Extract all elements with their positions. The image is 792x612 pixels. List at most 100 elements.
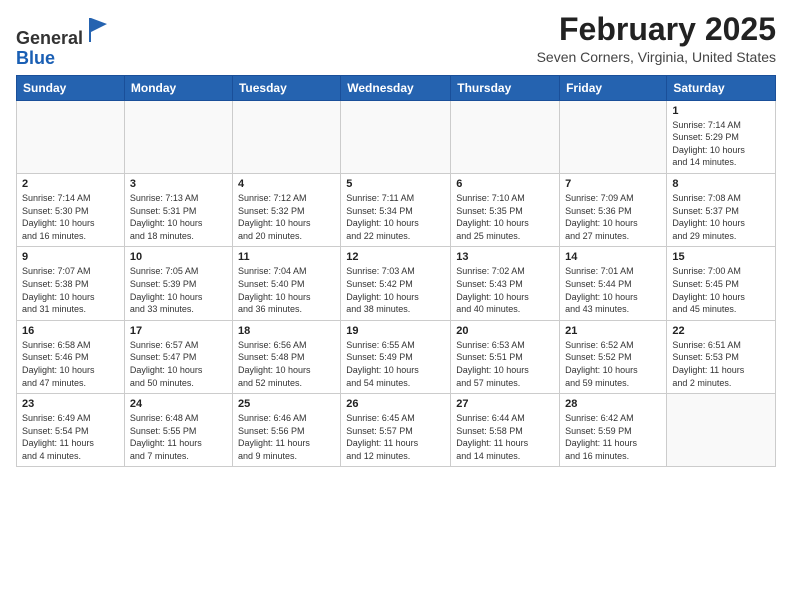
day-info: Sunrise: 7:10 AM Sunset: 5:35 PM Dayligh… — [456, 192, 554, 242]
day-number: 16 — [22, 325, 119, 337]
day-number: 1 — [672, 105, 770, 117]
day-number: 25 — [238, 398, 335, 410]
col-wednesday: Wednesday — [341, 75, 451, 100]
table-row: 1Sunrise: 7:14 AM Sunset: 5:29 PM Daylig… — [667, 100, 776, 173]
table-row: 17 Sunrise: 6:57 AM Sunset: 5:47 PM Dayli… — [124, 320, 232, 393]
day-number: 27 — [456, 398, 554, 410]
day-info: Sunrise: 6:53 AM Sunset: 5:51 PM Dayligh… — [456, 339, 554, 389]
day-number: 2 — [22, 178, 119, 190]
day-info: Sunrise: 6:56 AM Sunset: 5:48 PM Dayligh… — [238, 339, 335, 389]
col-thursday: Thursday — [451, 75, 560, 100]
table-row: 16 Sunrise: 6:58 AM Sunset: 5:46 PM Dayli… — [17, 320, 125, 393]
calendar-week-row: 1Sunrise: 7:14 AM Sunset: 5:29 PM Daylig… — [17, 100, 776, 173]
table-row: 20 Sunrise: 6:53 AM Sunset: 5:51 PM Dayli… — [451, 320, 560, 393]
day-info: Sunrise: 6:44 AM Sunset: 5:58 PM Dayligh… — [456, 412, 554, 462]
day-number: 18 — [238, 325, 335, 337]
day-number: 9 — [22, 251, 119, 263]
table-row — [451, 100, 560, 173]
calendar-week-row: 9Sunrise: 7:07 AM Sunset: 5:38 PM Daylig… — [17, 247, 776, 320]
logo-blue-text: Blue — [16, 48, 55, 68]
table-row: 18 Sunrise: 6:56 AM Sunset: 5:48 PM Dayli… — [232, 320, 340, 393]
day-number: 4 — [238, 178, 335, 190]
day-number: 10 — [130, 251, 227, 263]
table-row: 14 Sunrise: 7:01 AM Sunset: 5:44 PM Dayli… — [560, 247, 667, 320]
month-title: February 2025 — [537, 12, 776, 47]
day-info: Sunrise: 7:03 AM Sunset: 5:42 PM Dayligh… — [346, 265, 445, 315]
calendar-week-row: 16 Sunrise: 6:58 AM Sunset: 5:46 PM Dayli… — [17, 320, 776, 393]
day-number: 19 — [346, 325, 445, 337]
col-saturday: Saturday — [667, 75, 776, 100]
table-row: 9Sunrise: 7:07 AM Sunset: 5:38 PM Daylig… — [17, 247, 125, 320]
calendar-week-row: 2 Sunrise: 7:14 AM Sunset: 5:30 PM Daylig… — [17, 173, 776, 246]
table-row: 6Sunrise: 7:10 AM Sunset: 5:35 PM Daylig… — [451, 173, 560, 246]
day-info: Sunrise: 7:08 AM Sunset: 5:37 PM Dayligh… — [672, 192, 770, 242]
header: General Blue February 2025 Seven Corners… — [16, 12, 776, 69]
table-row: 27 Sunrise: 6:44 AM Sunset: 5:58 PM Dayli… — [451, 394, 560, 467]
calendar-week-row: 23 Sunrise: 6:49 AM Sunset: 5:54 PM Dayli… — [17, 394, 776, 467]
table-row: 26 Sunrise: 6:45 AM Sunset: 5:57 PM Dayli… — [341, 394, 451, 467]
calendar-header-row: Sunday Monday Tuesday Wednesday Thursday… — [17, 75, 776, 100]
table-row — [667, 394, 776, 467]
day-number: 17 — [130, 325, 227, 337]
logo-flag-icon — [85, 16, 113, 44]
day-number: 28 — [565, 398, 661, 410]
day-info: Sunrise: 7:14 AM Sunset: 5:30 PM Dayligh… — [22, 192, 119, 242]
table-row: 10Sunrise: 7:05 AM Sunset: 5:39 PM Dayli… — [124, 247, 232, 320]
day-info: Sunrise: 7:02 AM Sunset: 5:43 PM Dayligh… — [456, 265, 554, 315]
table-row: 15Sunrise: 7:00 AM Sunset: 5:45 PM Dayli… — [667, 247, 776, 320]
day-number: 23 — [22, 398, 119, 410]
table-row: 19 Sunrise: 6:55 AM Sunset: 5:49 PM Dayli… — [341, 320, 451, 393]
table-row — [560, 100, 667, 173]
day-info: Sunrise: 7:13 AM Sunset: 5:31 PM Dayligh… — [130, 192, 227, 242]
day-info: Sunrise: 7:09 AM Sunset: 5:36 PM Dayligh… — [565, 192, 661, 242]
day-info: Sunrise: 7:12 AM Sunset: 5:32 PM Dayligh… — [238, 192, 335, 242]
table-row: 21 Sunrise: 6:52 AM Sunset: 5:52 PM Dayli… — [560, 320, 667, 393]
day-number: 24 — [130, 398, 227, 410]
day-number: 7 — [565, 178, 661, 190]
day-info: Sunrise: 6:57 AM Sunset: 5:47 PM Dayligh… — [130, 339, 227, 389]
col-sunday: Sunday — [17, 75, 125, 100]
title-block: February 2025 Seven Corners, Virginia, U… — [537, 12, 776, 65]
table-row: 11 Sunrise: 7:04 AM Sunset: 5:40 PM Dayli… — [232, 247, 340, 320]
day-info: Sunrise: 7:00 AM Sunset: 5:45 PM Dayligh… — [672, 265, 770, 315]
calendar: Sunday Monday Tuesday Wednesday Thursday… — [16, 75, 776, 468]
logo: General Blue — [16, 16, 113, 69]
day-info: Sunrise: 7:04 AM Sunset: 5:40 PM Dayligh… — [238, 265, 335, 315]
day-number: 3 — [130, 178, 227, 190]
day-info: Sunrise: 6:42 AM Sunset: 5:59 PM Dayligh… — [565, 412, 661, 462]
day-info: Sunrise: 6:45 AM Sunset: 5:57 PM Dayligh… — [346, 412, 445, 462]
day-number: 5 — [346, 178, 445, 190]
col-monday: Monday — [124, 75, 232, 100]
table-row: 4 Sunrise: 7:12 AM Sunset: 5:32 PM Daylig… — [232, 173, 340, 246]
day-info: Sunrise: 6:46 AM Sunset: 5:56 PM Dayligh… — [238, 412, 335, 462]
col-friday: Friday — [560, 75, 667, 100]
table-row: 8Sunrise: 7:08 AM Sunset: 5:37 PM Daylig… — [667, 173, 776, 246]
day-number: 11 — [238, 251, 335, 263]
table-row: 13 Sunrise: 7:02 AM Sunset: 5:43 PM Dayli… — [451, 247, 560, 320]
page: General Blue February 2025 Seven Corners… — [0, 0, 792, 612]
day-number: 14 — [565, 251, 661, 263]
day-number: 22 — [672, 325, 770, 337]
table-row: 25 Sunrise: 6:46 AM Sunset: 5:56 PM Dayli… — [232, 394, 340, 467]
table-row: 3 Sunrise: 7:13 AM Sunset: 5:31 PM Daylig… — [124, 173, 232, 246]
col-tuesday: Tuesday — [232, 75, 340, 100]
table-row: 28 Sunrise: 6:42 AM Sunset: 5:59 PM Dayli… — [560, 394, 667, 467]
day-number: 21 — [565, 325, 661, 337]
table-row — [17, 100, 125, 173]
day-number: 13 — [456, 251, 554, 263]
table-row: 7 Sunrise: 7:09 AM Sunset: 5:36 PM Daylig… — [560, 173, 667, 246]
table-row: 2 Sunrise: 7:14 AM Sunset: 5:30 PM Daylig… — [17, 173, 125, 246]
day-info: Sunrise: 6:52 AM Sunset: 5:52 PM Dayligh… — [565, 339, 661, 389]
day-info: Sunrise: 6:58 AM Sunset: 5:46 PM Dayligh… — [22, 339, 119, 389]
day-info: Sunrise: 6:48 AM Sunset: 5:55 PM Dayligh… — [130, 412, 227, 462]
table-row — [124, 100, 232, 173]
day-info: Sunrise: 6:55 AM Sunset: 5:49 PM Dayligh… — [346, 339, 445, 389]
day-number: 12 — [346, 251, 445, 263]
table-row — [232, 100, 340, 173]
table-row: 12 Sunrise: 7:03 AM Sunset: 5:42 PM Dayli… — [341, 247, 451, 320]
day-info: Sunrise: 7:01 AM Sunset: 5:44 PM Dayligh… — [565, 265, 661, 315]
day-info: Sunrise: 6:49 AM Sunset: 5:54 PM Dayligh… — [22, 412, 119, 462]
day-number: 20 — [456, 325, 554, 337]
day-info: Sunrise: 7:11 AM Sunset: 5:34 PM Dayligh… — [346, 192, 445, 242]
day-number: 26 — [346, 398, 445, 410]
